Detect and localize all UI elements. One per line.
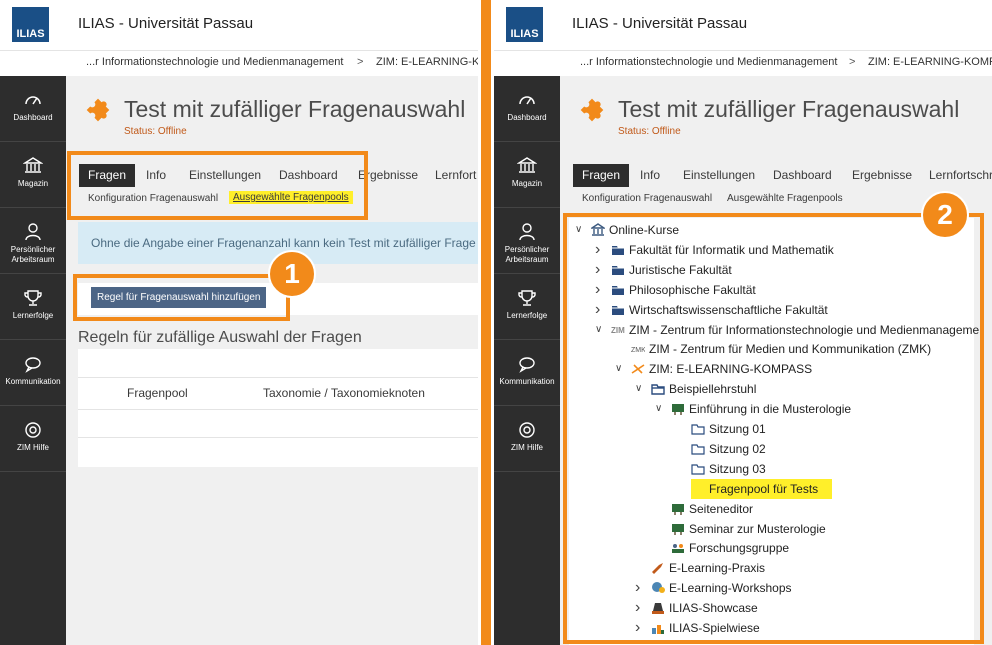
- rules-table: Fragenpool Taxonomie / Taxonomieknoten: [78, 349, 478, 467]
- sidebar-label: Dashboard: [507, 113, 547, 122]
- trophy-icon: [518, 290, 536, 306]
- sidebar-label: Lernerfolge: [12, 311, 54, 320]
- panel-divider: [478, 0, 494, 645]
- status-text: Status: Offline: [618, 126, 681, 137]
- table-divider: [78, 409, 478, 410]
- tab-lernfortschritt[interactable]: Lernfort: [435, 164, 476, 187]
- subtab-ausgewaehlte-fragenpools[interactable]: Ausgewählte Fragenpools: [727, 193, 843, 204]
- ilias-logo[interactable]: ILIAS: [506, 7, 543, 42]
- table-divider: [78, 437, 478, 438]
- callout-tree-highlight: [563, 213, 984, 644]
- tab-dashboard[interactable]: Dashboard: [773, 164, 832, 187]
- sidebar-label: Persönlicher Arbeitsraum: [10, 245, 56, 264]
- main-sidebar: Dashboard Magazin Persönlicher Arbeitsra…: [0, 76, 66, 645]
- sidebar-item-magazin[interactable]: Magazin: [0, 142, 66, 208]
- sidebar-label: Magazin: [17, 179, 49, 188]
- callout-tabs-highlight: [67, 151, 368, 220]
- help-icon: [519, 422, 535, 438]
- sidebar-label: Lernerfolge: [506, 311, 548, 320]
- repository-icon: [517, 157, 537, 173]
- table-header-taxonomie[interactable]: Taxonomie / Taxonomieknoten: [263, 386, 425, 400]
- sidebar-item-dashboard[interactable]: Dashboard: [0, 76, 66, 142]
- sidebar-item-kommunikation[interactable]: Kommunikation: [0, 340, 66, 406]
- callout-button-highlight: [73, 274, 290, 321]
- breadcrumb-separator-icon: >: [357, 56, 364, 68]
- sidebar-label: Magazin: [511, 179, 543, 188]
- top-bar: ILIAS ILIAS - Universität Passau: [0, 0, 478, 51]
- sidebar-label: ZIM Hilfe: [17, 443, 49, 452]
- breadcrumb-item[interactable]: ...r Informationstechnologie und Medienm…: [580, 56, 837, 68]
- left-screenshot-panel: ILIAS ILIAS - Universität Passau ...r In…: [0, 0, 478, 645]
- sidebar-item-personal-workspace[interactable]: Persönlicher Arbeitsraum: [494, 208, 560, 274]
- repository-icon: [23, 157, 43, 173]
- right-screenshot-panel: ILIAS ILIAS - Universität Passau ...r In…: [494, 0, 992, 645]
- tab-info[interactable]: Info: [640, 164, 660, 187]
- table-header-fragenpool[interactable]: Fragenpool: [127, 386, 188, 400]
- tab-fragen[interactable]: Fragen: [573, 164, 630, 187]
- personal-workspace-icon: [25, 223, 41, 241]
- sidebar-item-kommunikation[interactable]: Kommunikation: [494, 340, 560, 406]
- sidebar-label: Dashboard: [13, 113, 53, 122]
- sidebar-item-magazin[interactable]: Magazin: [494, 142, 560, 208]
- step-badge-1: 1: [268, 250, 316, 298]
- tab-ergebnisse[interactable]: Ergebnisse: [852, 164, 912, 187]
- page-title: Test mit zufälliger Fragenauswahl: [124, 96, 466, 122]
- sidebar-item-lernerfolge[interactable]: Lernerfolge: [0, 274, 66, 340]
- sidebar-label: ZIM Hilfe: [511, 443, 543, 452]
- breadcrumb-item[interactable]: ZIM: E-LEARNING-KOMPASS: [868, 56, 992, 68]
- sidebar-item-help[interactable]: ZIM Hilfe: [494, 406, 560, 472]
- status-text: Status: Offline: [124, 126, 187, 137]
- sidebar-label: Persönlicher Arbeitsraum: [504, 245, 550, 264]
- breadcrumb-item[interactable]: ZIM: E-LEARNING-KOMP: [376, 56, 478, 68]
- sidebar-label: Kommunikation: [5, 377, 61, 386]
- test-puzzle-icon: [580, 98, 604, 122]
- breadcrumb-item[interactable]: ...r Informationstechnologie und Medienm…: [86, 56, 343, 68]
- tab-lernfortschritt[interactable]: Lernfortschr: [929, 164, 992, 187]
- sidebar-item-help[interactable]: ZIM Hilfe: [0, 406, 66, 472]
- breadcrumb-separator-icon: >: [849, 56, 856, 68]
- breadcrumb: ...r Informationstechnologie und Medienm…: [0, 51, 478, 76]
- table-divider: [78, 377, 478, 378]
- sidebar-item-personal-workspace[interactable]: Persönlicher Arbeitsraum: [0, 208, 66, 274]
- subtab-konfiguration[interactable]: Konfiguration Fragenauswahl: [582, 193, 712, 204]
- sidebar-item-lernerfolge[interactable]: Lernerfolge: [494, 274, 560, 340]
- main-sidebar: Dashboard Magazin Persönlicher Arbeitsra…: [494, 76, 560, 645]
- chat-icon: [519, 357, 535, 373]
- test-puzzle-icon: [86, 98, 110, 122]
- ilias-logo[interactable]: ILIAS: [12, 7, 49, 42]
- step-badge-2: 2: [921, 191, 969, 239]
- personal-workspace-icon: [519, 223, 535, 241]
- sidebar-label: Kommunikation: [499, 377, 555, 386]
- tab-einstellungen[interactable]: Einstellungen: [683, 164, 755, 187]
- site-title: ILIAS - Universität Passau: [572, 15, 748, 32]
- breadcrumb: ...r Informationstechnologie und Medienm…: [494, 51, 992, 76]
- site-title: ILIAS - Universität Passau: [78, 15, 254, 32]
- section-title: Regeln für zufällige Auswahl der Fragen: [78, 329, 362, 346]
- chat-icon: [25, 357, 41, 373]
- top-bar: ILIAS ILIAS - Universität Passau: [494, 0, 992, 51]
- dashboard-icon: [519, 96, 535, 105]
- page-title: Test mit zufälliger Fragenauswahl: [618, 96, 960, 122]
- help-icon: [25, 422, 41, 438]
- trophy-icon: [24, 290, 42, 306]
- dashboard-icon: [25, 96, 41, 105]
- sidebar-item-dashboard[interactable]: Dashboard: [494, 76, 560, 142]
